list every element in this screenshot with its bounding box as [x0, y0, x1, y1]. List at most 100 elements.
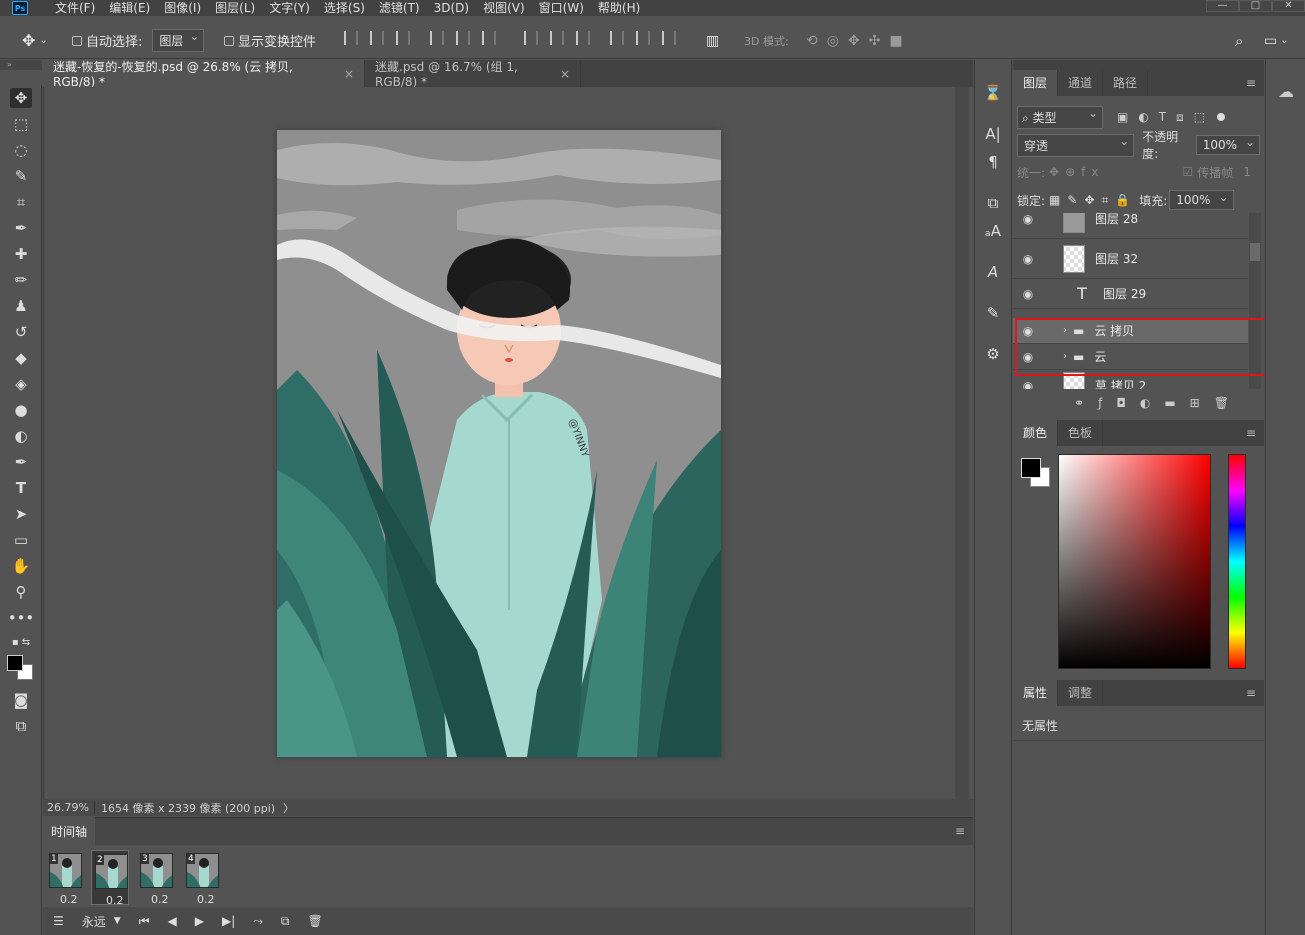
timeline-tab[interactable]: 时间轴: [43, 817, 95, 845]
propagate-checkbox[interactable]: ☑: [1182, 165, 1193, 179]
unify-icons[interactable]: ✥⊕fx: [1049, 165, 1104, 179]
visibility-eye-icon[interactable]: ◉: [1013, 252, 1043, 266]
eraser-tool-icon[interactable]: ◆: [10, 348, 32, 368]
layer-filter-icons[interactable]: ▣◐T⧈⬚: [1117, 110, 1215, 125]
prev-frame-icon[interactable]: ◀: [168, 914, 177, 928]
close-tab-icon[interactable]: ×: [344, 67, 354, 81]
foreground-color-chip[interactable]: [1021, 458, 1041, 478]
tab-channels[interactable]: 通道: [1058, 70, 1104, 96]
menu-type[interactable]: 文字(Y): [262, 0, 317, 16]
panels-handle[interactable]: [1013, 60, 1264, 70]
distribute-top-icon[interactable]: [524, 31, 538, 45]
opacity-input[interactable]: 100%: [1195, 135, 1260, 155]
brush-settings-icon[interactable]: ✎: [982, 302, 1004, 324]
tab-adjustments[interactable]: 调整: [1058, 680, 1104, 706]
healing-brush-icon[interactable]: ✚: [10, 244, 32, 264]
tab-paths[interactable]: 路径: [1103, 70, 1149, 96]
delete-frame-icon[interactable]: 🗑: [307, 914, 322, 928]
filter-toggle-icon[interactable]: [1217, 113, 1226, 121]
delete-layer-icon[interactable]: 🗑: [1214, 396, 1243, 410]
path-select-icon[interactable]: ➤: [10, 504, 32, 524]
layers-scrollbar-thumb[interactable]: [1250, 243, 1260, 261]
layer-row[interactable]: ◉ T 图层 29: [1013, 279, 1248, 309]
color-panel-menu-icon[interactable]: ≡: [1246, 426, 1256, 440]
tab-document-2[interactable]: 迷藏.psd @ 16.7% (组 1, RGB/8) * ×: [365, 60, 581, 89]
frame-delay[interactable]: 0.2: [60, 893, 78, 906]
blend-mode-dropdown[interactable]: 穿透: [1017, 133, 1135, 157]
layer-row[interactable]: ◉ 图层 28: [1013, 213, 1248, 239]
align-vcenter-icon[interactable]: [370, 31, 384, 45]
paragraph-panel-icon[interactable]: ¶: [982, 151, 1004, 173]
tab-properties[interactable]: 属性: [1013, 680, 1059, 706]
tab-layers[interactable]: 图层: [1013, 70, 1059, 96]
status-menu-arrow[interactable]: 〉: [283, 800, 294, 816]
lasso-tool-icon[interactable]: ◌: [10, 140, 32, 160]
show-transform-checkbox[interactable]: [224, 35, 234, 46]
link-layers-icon[interactable]: ⚭: [1074, 396, 1098, 410]
layer-row[interactable]: ◉ 图层 32: [1013, 239, 1248, 279]
timeline-frame-2[interactable]: 2 0.2: [91, 850, 129, 907]
menu-3d[interactable]: 3D(D): [427, 0, 476, 16]
search-icon[interactable]: ⌕: [1235, 22, 1243, 59]
tab-swatches[interactable]: 色板: [1058, 420, 1104, 446]
adjustment-layer-icon[interactable]: ◐: [1140, 396, 1164, 410]
layer-filter-dropdown[interactable]: ⌕ 类型: [1017, 105, 1103, 129]
play-icon[interactable]: ▶: [195, 914, 204, 928]
move-tool-icon[interactable]: ✥: [10, 88, 32, 108]
visibility-eye-icon[interactable]: ◉: [1013, 213, 1043, 226]
loop-dropdown-icon[interactable]: ▼: [114, 916, 121, 926]
canvas-vertical-scrollbar[interactable]: [955, 87, 969, 799]
close-button[interactable]: ✕: [1272, 0, 1305, 12]
duplicate-frame-icon[interactable]: ⧉: [281, 914, 290, 929]
paint-bucket-icon[interactable]: ◈: [10, 374, 32, 394]
pen-tool-icon[interactable]: ✒: [10, 452, 32, 472]
properties-panel-menu-icon[interactable]: ≡: [1246, 686, 1256, 700]
menu-select[interactable]: 选择(S): [317, 0, 372, 16]
minimize-button[interactable]: —: [1206, 0, 1239, 12]
menu-image[interactable]: 图像(I): [157, 0, 208, 16]
distribute-hcenter-icon[interactable]: [636, 31, 650, 45]
align-top-icon[interactable]: [344, 31, 358, 45]
tab-document-1[interactable]: 迷藏-恢复的-恢复的.psd @ 26.8% (云 拷贝, RGB/8) * ×: [43, 60, 365, 89]
add-mask-icon[interactable]: ◘: [1116, 396, 1140, 410]
first-frame-icon[interactable]: ⏮: [139, 914, 150, 929]
loop-option[interactable]: 永远: [82, 913, 106, 930]
auto-select-checkbox[interactable]: [72, 35, 82, 46]
3d-mode-icons[interactable]: ⟲◎✥✣■: [806, 22, 912, 59]
convert-timeline-icon[interactable]: ☰: [53, 914, 64, 928]
maximize-button[interactable]: □: [1239, 0, 1272, 12]
paragraph-styles-icon[interactable]: ⧉: [982, 192, 1004, 214]
history-panel-icon[interactable]: ⌛: [982, 82, 1004, 104]
eyedropper-tool-icon[interactable]: ✒: [10, 218, 32, 238]
dodge-tool-icon[interactable]: ◐: [10, 426, 32, 446]
zoom-level[interactable]: 26.79%: [47, 801, 95, 814]
timeline-frame-1[interactable]: 1 0.2: [46, 850, 84, 906]
frame-delay[interactable]: 0.2: [151, 893, 169, 906]
tween-icon[interactable]: ⤳: [253, 914, 263, 929]
rectangle-tool-icon[interactable]: ▭: [10, 530, 32, 550]
close-tab-icon[interactable]: ×: [560, 67, 570, 81]
fill-input[interactable]: 100%: [1169, 190, 1234, 210]
menu-layer[interactable]: 图层(L): [208, 0, 262, 16]
artwork-canvas[interactable]: @YINNY: [277, 130, 721, 757]
layers-panel-menu-icon[interactable]: ≡: [1246, 76, 1256, 90]
menu-window[interactable]: 窗口(W): [532, 0, 591, 16]
menu-help[interactable]: 帮助(H): [591, 0, 647, 16]
quick-select-tool-icon[interactable]: ✎: [10, 166, 32, 186]
new-group-icon[interactable]: ▬: [1164, 396, 1189, 410]
visibility-eye-icon[interactable]: ◉: [1013, 287, 1043, 301]
character-styles-icon[interactable]: ₐA: [982, 220, 1004, 242]
distribute-left-icon[interactable]: [610, 31, 624, 45]
menu-view[interactable]: 视图(V): [476, 0, 532, 16]
menu-file[interactable]: 文件(F): [48, 0, 102, 16]
timeline-menu-icon[interactable]: ≡: [955, 824, 965, 838]
adjustments-panel-icon[interactable]: ⚙: [982, 343, 1004, 365]
hue-slider[interactable]: [1228, 454, 1246, 669]
swap-colors-icon[interactable]: ▪ ⇆: [10, 632, 32, 652]
align-left-icon[interactable]: [430, 31, 444, 45]
character-panel-icon[interactable]: A|: [982, 123, 1004, 145]
blur-tool-icon[interactable]: ●: [10, 400, 32, 420]
visibility-eye-icon[interactable]: ◉: [1013, 379, 1043, 390]
stamp-tool-icon[interactable]: ♟: [10, 296, 32, 316]
history-brush-icon[interactable]: ↺: [10, 322, 32, 342]
